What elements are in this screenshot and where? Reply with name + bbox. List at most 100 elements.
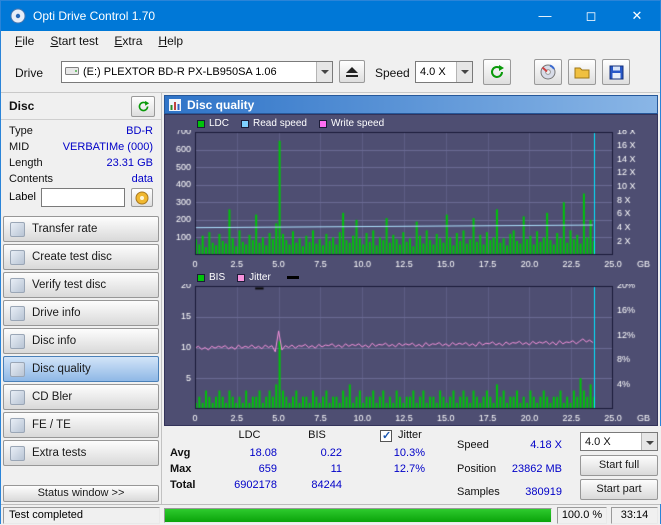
refresh-button[interactable] bbox=[483, 59, 511, 85]
progress-bar bbox=[164, 508, 552, 523]
start-part-button[interactable]: Start part bbox=[580, 479, 658, 500]
drive-select[interactable]: (E:) PLEXTOR BD-R PX-LB950SA 1.06 bbox=[61, 61, 333, 83]
sidebar-item-transfer-rate[interactable]: Transfer rate bbox=[3, 216, 159, 242]
sidebar-item-disc-quality[interactable]: Disc quality bbox=[3, 356, 159, 382]
jitter-column-header: Jitter bbox=[398, 429, 422, 441]
chart-area: LDC Read speed Write speed BIS Jitter bbox=[164, 114, 658, 426]
elapsed-time: 33:14 bbox=[611, 507, 658, 524]
menu-start-test[interactable]: Start test bbox=[42, 31, 106, 52]
sidebar-item-drive-info[interactable]: Drive info bbox=[3, 300, 159, 326]
app-icon bbox=[10, 8, 26, 24]
contents-value: data bbox=[132, 173, 153, 185]
bis-column-header: BIS bbox=[292, 429, 342, 441]
sidebar-item-cd-bler[interactable]: CD Bler bbox=[3, 384, 159, 410]
status-window-button[interactable]: Status window >> bbox=[3, 485, 159, 502]
rescan-disc-button[interactable] bbox=[131, 96, 155, 117]
legend-label: LDC bbox=[209, 118, 229, 129]
speed-stat-label: Speed bbox=[457, 439, 489, 451]
speed-stat-value: 4.18 X bbox=[502, 439, 562, 451]
sidebar-item-label: Create test disc bbox=[32, 251, 112, 263]
close-button[interactable]: ✕ bbox=[614, 1, 660, 31]
disc-label-icon bbox=[135, 191, 149, 205]
bis-swatch bbox=[197, 274, 205, 282]
menu-file[interactable]: File bbox=[7, 31, 42, 52]
folder-icon bbox=[574, 65, 590, 79]
speed-select-bottom-value: 4.0 X bbox=[581, 436, 641, 448]
refresh-icon bbox=[489, 64, 505, 80]
maximize-button[interactable]: ◻ bbox=[568, 1, 614, 31]
save-report-button[interactable] bbox=[602, 59, 630, 85]
avg-bis-value: 0.22 bbox=[292, 447, 342, 459]
panel-header: Disc quality bbox=[164, 95, 658, 114]
chevron-down-icon bbox=[316, 62, 332, 82]
erase-disc-button[interactable] bbox=[534, 59, 562, 85]
menu-extra[interactable]: Extra bbox=[106, 31, 150, 52]
sidebar-item-extra-tests[interactable]: Extra tests bbox=[3, 440, 159, 466]
progress-fill bbox=[165, 509, 551, 522]
length-label: Length bbox=[9, 157, 43, 169]
max-ldc-value: 659 bbox=[222, 463, 277, 475]
length-value: 23.31 GB bbox=[107, 157, 153, 169]
sidebar-item-verify-test-disc[interactable]: Verify test disc bbox=[3, 272, 159, 298]
window-title: Opti Drive Control 1.70 bbox=[33, 9, 155, 23]
jitter-checkbox[interactable] bbox=[380, 430, 392, 442]
disc-info-icon bbox=[10, 334, 25, 349]
disc-info-row: Length 23.31 GB bbox=[1, 156, 161, 172]
legend-label: Jitter bbox=[249, 272, 271, 283]
menubar: File Start test Extra Help bbox=[1, 31, 660, 52]
speed-label: Speed bbox=[375, 66, 410, 80]
sidebar-item-label: FE / TE bbox=[32, 419, 71, 431]
legend-label: Write speed bbox=[331, 118, 384, 129]
read-speed-swatch bbox=[241, 120, 249, 128]
disc-info-row: Contents data bbox=[1, 172, 161, 188]
disc-info-row: Type BD-R bbox=[1, 124, 161, 140]
panel-title: Disc quality bbox=[187, 97, 254, 114]
start-full-button[interactable]: Start full bbox=[580, 455, 658, 476]
ldc-swatch bbox=[197, 120, 205, 128]
sidebar-item-create-test-disc[interactable]: Create test disc bbox=[3, 244, 159, 270]
write-speed-swatch bbox=[319, 120, 327, 128]
statusbar: Test completed 100.0 % 33:14 bbox=[1, 504, 660, 525]
sidebar-item-label: CD Bler bbox=[32, 391, 72, 403]
extra-tests-icon bbox=[10, 446, 25, 461]
open-report-button[interactable] bbox=[568, 59, 596, 85]
speed-select-bottom[interactable]: 4.0 X bbox=[580, 432, 658, 451]
eject-icon bbox=[345, 66, 359, 78]
max-jitter-value: 12.7% bbox=[362, 463, 425, 475]
max-bis-value: 11 bbox=[292, 463, 342, 475]
disc-section-header: Disc bbox=[1, 93, 161, 120]
create-test-disc-icon bbox=[10, 250, 25, 265]
marker-dash bbox=[287, 276, 299, 279]
chevron-down-icon bbox=[456, 62, 472, 82]
drive-select-value: (E:) PLEXTOR BD-R PX-LB950SA 1.06 bbox=[79, 66, 316, 78]
sidebar-item-fe-te[interactable]: FE / TE bbox=[3, 412, 159, 438]
toolbar: Drive (E:) PLEXTOR BD-R PX-LB950SA 1.06 … bbox=[1, 52, 660, 93]
avg-row-label: Avg bbox=[170, 447, 190, 459]
sidebar-item-label: Verify test disc bbox=[32, 279, 106, 291]
position-stat-value: 23862 MB bbox=[502, 463, 562, 475]
disc-icon bbox=[540, 64, 556, 80]
samples-stat-value: 380919 bbox=[502, 486, 562, 498]
eject-button[interactable] bbox=[339, 60, 365, 83]
sidebar-item-disc-info[interactable]: Disc info bbox=[3, 328, 159, 354]
total-ldc-value: 6902178 bbox=[222, 479, 277, 491]
minimize-button[interactable]: — bbox=[522, 1, 568, 31]
sidebar-item-label: Disc quality bbox=[32, 363, 91, 375]
sidebar-item-label: Extra tests bbox=[32, 447, 86, 459]
total-bis-value: 84244 bbox=[292, 479, 342, 491]
sidebar-item-label: Disc info bbox=[32, 335, 76, 347]
jitter-chart-canvas bbox=[165, 284, 659, 425]
status-text: Test completed bbox=[3, 507, 160, 524]
label-input[interactable] bbox=[41, 188, 125, 207]
write-label-button[interactable] bbox=[131, 188, 153, 207]
menu-help[interactable]: Help bbox=[150, 31, 191, 52]
disc-quality-icon bbox=[10, 362, 25, 377]
refresh-icon bbox=[137, 100, 150, 113]
jitter-chart-legend: BIS Jitter bbox=[165, 271, 657, 284]
ldc-chart-legend: LDC Read speed Write speed bbox=[165, 117, 657, 130]
speed-select[interactable]: 4.0 X bbox=[415, 61, 473, 83]
save-icon bbox=[609, 65, 624, 80]
cd-bler-icon bbox=[10, 390, 25, 405]
avg-jitter-value: 10.3% bbox=[362, 447, 425, 459]
mid-label: MID bbox=[9, 141, 29, 153]
